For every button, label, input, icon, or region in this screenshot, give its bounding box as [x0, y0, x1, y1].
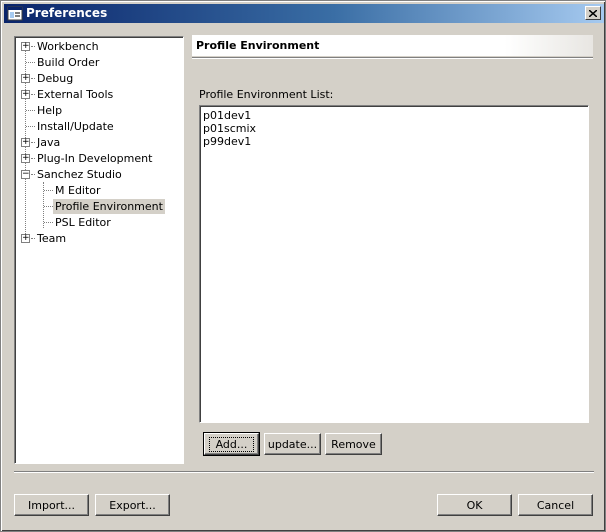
tree-item-label: Debug	[37, 72, 74, 85]
page-header: Profile Environment	[192, 35, 593, 56]
expand-icon[interactable]: +	[21, 90, 30, 99]
profile-environment-list[interactable]: p01dev1 p01scmix p99dev1	[199, 105, 589, 423]
expand-icon[interactable]: +	[21, 154, 30, 163]
add-button-label: Add...	[208, 436, 255, 452]
profile-environment-list-label: Profile Environment List:	[199, 88, 334, 101]
export-button[interactable]: Export...	[95, 494, 170, 516]
add-button[interactable]: Add...	[203, 432, 260, 456]
import-button[interactable]: Import...	[14, 494, 89, 516]
close-icon	[589, 9, 597, 17]
export-button-label: Export...	[109, 498, 156, 512]
list-item[interactable]: p01dev1	[203, 109, 585, 122]
tree-item-label: Build Order	[37, 56, 100, 69]
tree-item-label: Profile Environment	[53, 199, 165, 214]
ok-button[interactable]: OK	[437, 494, 512, 516]
remove-button-label: Remove	[331, 437, 376, 451]
tree-item-java[interactable]: + Java	[15, 135, 183, 151]
tree-item-external-tools[interactable]: + External Tools	[15, 87, 183, 103]
collapse-icon[interactable]: −	[21, 170, 30, 179]
tree-item-install-update[interactable]: Install/Update	[15, 119, 183, 135]
update-button-label: update...	[267, 437, 318, 451]
tree-item-label: Help	[37, 104, 63, 117]
tree-item-debug[interactable]: + Debug	[15, 71, 183, 87]
tree-item-label: Java	[37, 136, 61, 149]
list-item[interactable]: p01scmix	[203, 122, 585, 135]
remove-button[interactable]: Remove	[325, 433, 382, 455]
update-button[interactable]: update...	[264, 433, 321, 455]
tree-item-label: PSL Editor	[55, 216, 111, 229]
close-button[interactable]	[585, 6, 601, 20]
title-bar[interactable]: Preferences	[4, 4, 604, 23]
footer-separator	[14, 471, 594, 473]
preferences-window: Preferences + Workbench Build Order + De…	[0, 0, 606, 532]
cancel-button[interactable]: Cancel	[518, 494, 593, 516]
tree-item-sanchez-studio[interactable]: − Sanchez Studio	[15, 167, 183, 183]
expand-icon[interactable]: +	[21, 138, 30, 147]
app-icon	[7, 6, 23, 21]
list-item[interactable]: p99dev1	[203, 135, 585, 148]
ok-button-label: OK	[466, 498, 483, 512]
expand-icon[interactable]: +	[21, 234, 30, 243]
tree-item-label: M Editor	[55, 184, 101, 197]
tree-item-workbench[interactable]: + Workbench	[15, 39, 183, 55]
tree-item-label: External Tools	[37, 88, 114, 101]
page-title: Profile Environment	[196, 39, 320, 52]
tree-item-psl-editor[interactable]: PSL Editor	[15, 215, 183, 231]
tree-item-label: Install/Update	[37, 120, 114, 133]
tree-item-label: Plug-In Development	[37, 152, 153, 165]
expand-icon[interactable]: +	[21, 42, 30, 51]
tree-item-label: Workbench	[37, 40, 99, 53]
tree-item-build-order[interactable]: Build Order	[15, 55, 183, 71]
tree-item-profile-environment[interactable]: Profile Environment	[15, 199, 183, 215]
import-button-label: Import...	[28, 498, 75, 512]
tree-item-help[interactable]: Help	[15, 103, 183, 119]
header-divider	[192, 57, 593, 59]
cancel-button-label: Cancel	[536, 498, 575, 512]
expand-icon[interactable]: +	[21, 74, 30, 83]
tree-item-label: Team	[37, 232, 67, 245]
window-title: Preferences	[26, 6, 108, 20]
tree-item-team[interactable]: + Team	[15, 231, 183, 247]
tree-item-plugin-development[interactable]: + Plug-In Development	[15, 151, 183, 167]
tree-item-m-editor[interactable]: M Editor	[15, 183, 183, 199]
tree-item-label: Sanchez Studio	[37, 168, 122, 181]
preferences-tree[interactable]: + Workbench Build Order + Debug + Extern…	[14, 36, 184, 464]
